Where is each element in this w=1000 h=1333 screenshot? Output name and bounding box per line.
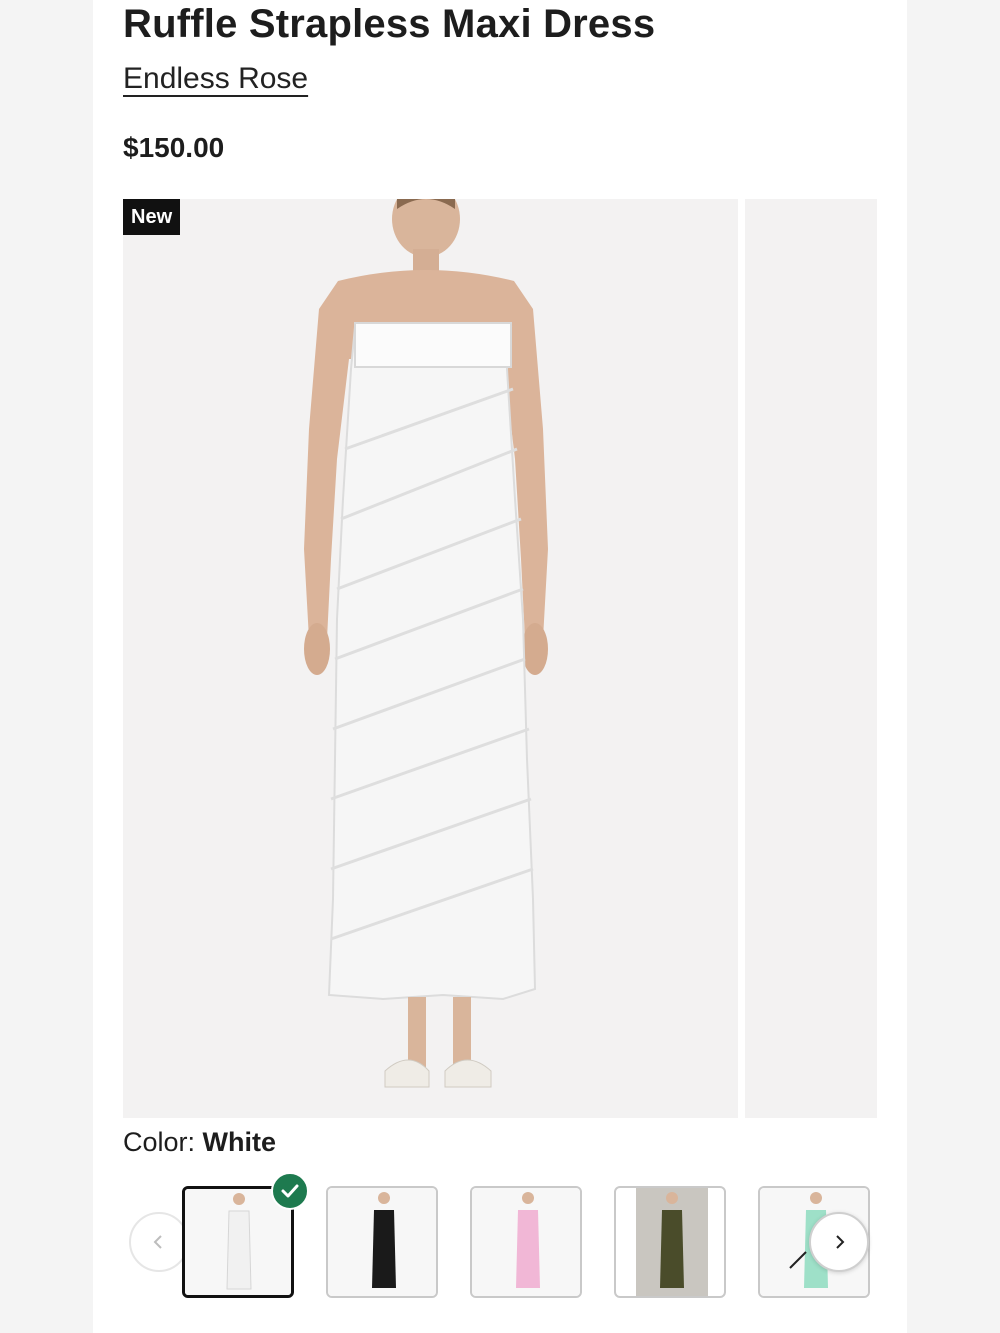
color-label: Color: White — [123, 1124, 276, 1160]
product-page: Ruffle Strapless Maxi Dress Endless Rose… — [93, 0, 907, 1333]
swatch-next-button[interactable] — [809, 1212, 869, 1272]
swatch-thumbnail-olive — [636, 1188, 708, 1296]
chevron-left-icon — [153, 1235, 162, 1249]
selected-check-badge — [271, 1172, 309, 1210]
product-image-main[interactable]: New — [123, 199, 738, 1118]
product-price: $150.00 — [123, 132, 225, 163]
chevron-right-icon — [836, 1235, 845, 1249]
selected-color-value: White — [202, 1127, 277, 1157]
color-swatch-black[interactable] — [326, 1186, 438, 1298]
swatch-prev-button[interactable] — [129, 1212, 189, 1272]
product-photo — [304, 199, 548, 1088]
swatch-thumbnail-pink — [472, 1188, 580, 1296]
color-swatch-olive[interactable] — [614, 1186, 726, 1298]
check-icon — [281, 1184, 299, 1198]
brand-link[interactable]: Endless Rose — [123, 60, 308, 98]
product-image-next-peek[interactable] — [745, 199, 877, 1118]
color-swatch-pink[interactable] — [470, 1186, 582, 1298]
product-title: Ruffle Strapless Maxi Dress — [123, 2, 656, 46]
new-badge: New — [123, 199, 181, 235]
color-label-prefix: Color: — [123, 1127, 203, 1157]
swatch-thumbnail-black — [328, 1188, 436, 1296]
